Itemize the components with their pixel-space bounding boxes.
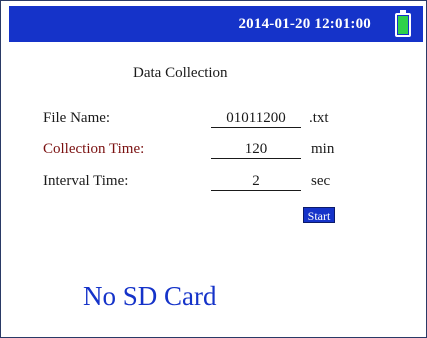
battery-cap <box>400 10 406 13</box>
interval-time-label: Interval Time: <box>43 173 129 189</box>
start-button[interactable]: Start <box>303 207 335 223</box>
file-name-label: File Name: <box>43 110 111 126</box>
interval-time-unit: sec <box>311 173 331 189</box>
battery-full-icon <box>395 10 411 37</box>
battery-level-fill <box>398 16 408 34</box>
collection-time-label: Collection Time: <box>43 141 145 157</box>
sd-card-status: No SD Card <box>83 281 217 311</box>
interval-time-field[interactable]: 2 <box>211 172 301 191</box>
file-name-field[interactable]: 01011200 <box>211 109 301 128</box>
panel-title: Data Collection <box>133 65 228 81</box>
collection-time-unit: min <box>311 141 335 157</box>
datetime-display: 2014-01-20 12:01:00 <box>238 16 371 32</box>
file-name-unit: .txt <box>309 110 329 126</box>
status-bar: 2014-01-20 12:01:00 <box>9 6 423 42</box>
device-screen: 2014-01-20 12:01:00 Data Collection File… <box>0 0 427 338</box>
collection-time-field[interactable]: 120 <box>211 140 301 159</box>
